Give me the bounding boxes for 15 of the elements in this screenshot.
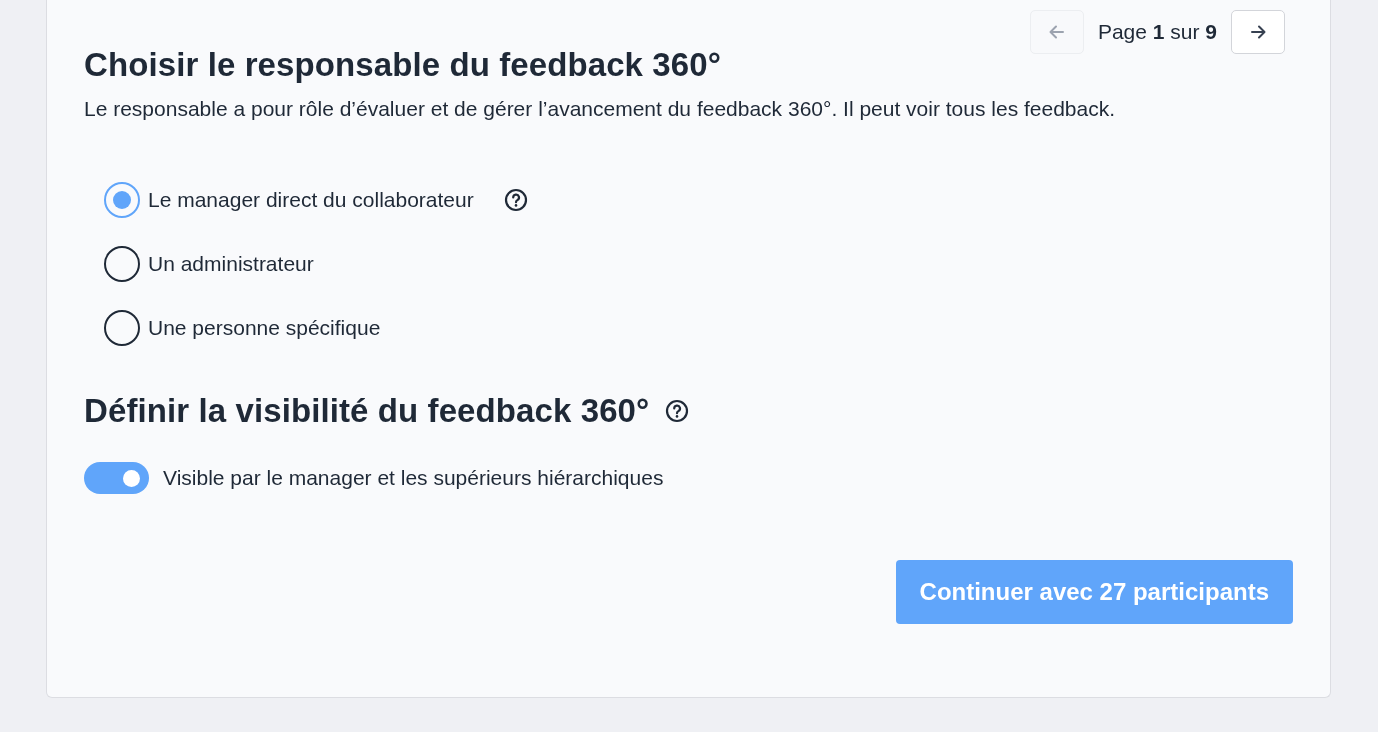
section-title: Définir la visibilité du feedback 360° (84, 392, 650, 430)
section-title: Choisir le responsable du feedback 360° (84, 46, 722, 84)
page-indicator: Page 1 sur 9 (1097, 20, 1217, 44)
next-page-button[interactable] (1231, 10, 1285, 54)
option-label[interactable]: Une personne spécifique (148, 316, 381, 340)
option-label[interactable]: Un administrateur (148, 252, 314, 276)
help-icon[interactable] (503, 188, 528, 212)
toggle-label: Visible par le manager et les supérieurs hiérarchiques (163, 466, 664, 490)
section-description: Le responsable a pour rôle d’évaluer et de gérer l’avancement du feedback 360°. Il peut voir tous les feedback. (84, 96, 1117, 122)
radio-button[interactable] (104, 310, 140, 346)
radio-button[interactable] (104, 246, 140, 282)
help-icon[interactable] (665, 399, 690, 423)
toggle-switch[interactable] (84, 462, 149, 494)
radio-button[interactable] (104, 182, 140, 218)
option-label[interactable]: Le manager direct du collaborateur (148, 188, 474, 212)
